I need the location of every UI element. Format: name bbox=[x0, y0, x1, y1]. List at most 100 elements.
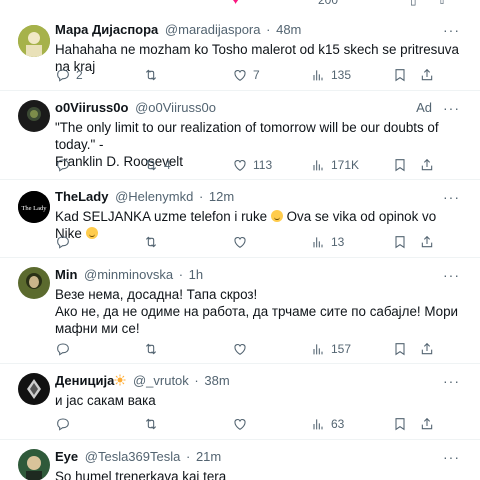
tweet[interactable]: The Lady TheLady @Helenymkd · 12m ··· Ka… bbox=[0, 180, 480, 258]
tweet-ad[interactable]: o0Viiruss0o @o0Viiruss0o Ad ··· "The onl… bbox=[0, 91, 480, 180]
sun-emoji-icon bbox=[114, 374, 126, 386]
views-icon bbox=[313, 419, 323, 430]
reply-button[interactable] bbox=[55, 341, 76, 357]
bookmark-button[interactable] bbox=[392, 157, 408, 173]
separator: · bbox=[266, 22, 271, 37]
author-name[interactable]: Min bbox=[55, 267, 77, 282]
timestamp[interactable]: 1h bbox=[189, 267, 203, 282]
retweet-button[interactable] bbox=[143, 67, 164, 83]
author-handle[interactable]: @o0Viiruss0o bbox=[135, 100, 216, 115]
more-options-icon[interactable]: ··· bbox=[443, 372, 460, 390]
tweet-text-part: Kad SELJANKA uzme telefon i ruke bbox=[55, 209, 271, 224]
reply-icon bbox=[57, 343, 69, 356]
like-button[interactable] bbox=[232, 234, 253, 250]
tweet[interactable]: Мара Дијаспора @maradijaspora · 48m ··· … bbox=[0, 13, 480, 91]
bookmark-icon bbox=[395, 343, 405, 356]
tweet[interactable]: Eye @Tesla369Tesla · 21m ··· So humel tr… bbox=[0, 440, 480, 480]
separator: · bbox=[185, 449, 191, 464]
share-icon bbox=[421, 342, 433, 355]
bookmark-button[interactable] bbox=[392, 416, 408, 432]
retweet-count: 4 bbox=[164, 158, 171, 172]
share-button[interactable] bbox=[419, 157, 435, 173]
separator: · bbox=[178, 267, 184, 282]
bookmark-button[interactable] bbox=[392, 67, 408, 83]
timestamp[interactable]: 12m bbox=[209, 189, 234, 204]
like-button[interactable]: 113 bbox=[232, 157, 272, 173]
author-handle[interactable]: @_vrutok bbox=[133, 373, 189, 388]
timestamp[interactable]: 38m bbox=[204, 373, 229, 388]
more-options-icon[interactable]: ··· bbox=[443, 188, 460, 206]
view-count: 171K bbox=[331, 158, 360, 172]
share-button[interactable] bbox=[419, 341, 435, 357]
author-handle[interactable]: @minminovska bbox=[84, 267, 173, 282]
tweet[interactable]: Дениција @_vrutok · 38m ··· и јас сакам … bbox=[0, 364, 480, 440]
views-icon bbox=[313, 160, 323, 171]
share-button[interactable] bbox=[419, 416, 435, 432]
share-button[interactable] bbox=[419, 234, 435, 250]
reply-button[interactable] bbox=[55, 157, 76, 173]
avatar[interactable]: The Lady bbox=[18, 191, 50, 223]
author-name[interactable]: TheLady bbox=[55, 189, 108, 204]
tweet-actions: 13 bbox=[55, 234, 470, 250]
like-button[interactable]: 7 bbox=[232, 67, 260, 83]
more-options-icon[interactable]: ··· bbox=[443, 448, 460, 466]
share-button[interactable] bbox=[419, 67, 435, 83]
views-button[interactable]: 135 bbox=[310, 67, 351, 83]
views-button[interactable]: 171K bbox=[310, 157, 359, 173]
author-handle[interactable]: @maradijaspora bbox=[165, 22, 261, 37]
retweet-icon bbox=[145, 69, 157, 81]
retweet-button[interactable] bbox=[143, 416, 164, 432]
heart-icon bbox=[234, 344, 246, 355]
ad-badge: Ad bbox=[416, 100, 432, 115]
views-icon bbox=[313, 70, 323, 81]
tweet[interactable]: Min @minminovska · 1h ··· Везе нема, дос… bbox=[0, 258, 480, 364]
views-icon bbox=[313, 237, 323, 248]
heart-icon bbox=[234, 70, 246, 81]
timestamp[interactable]: 21m bbox=[196, 449, 221, 464]
previous-tweet-actions: ♥ 200 ▯ ⇧ bbox=[0, 0, 480, 12]
retweet-button[interactable] bbox=[143, 234, 164, 250]
author-handle[interactable]: @Helenymkd bbox=[115, 189, 193, 204]
view-count: 13 bbox=[331, 235, 345, 249]
avatar-text: The Lady bbox=[21, 205, 47, 212]
share-icon[interactable]: ⇧ bbox=[437, 0, 447, 7]
author-handle[interactable]: @Tesla369Tesla bbox=[85, 449, 181, 464]
timestamp[interactable]: 48m bbox=[276, 22, 301, 37]
like-button[interactable] bbox=[232, 341, 253, 357]
views-button[interactable]: 63 bbox=[310, 416, 344, 432]
like-button[interactable] bbox=[232, 416, 253, 432]
author-name[interactable]: Мара Дијаспора bbox=[55, 22, 158, 37]
avatar[interactable] bbox=[18, 25, 50, 57]
like-icon[interactable]: ♥ bbox=[232, 0, 239, 7]
reply-icon bbox=[57, 236, 69, 249]
author-name[interactable]: Дениција bbox=[55, 373, 114, 388]
share-icon bbox=[421, 68, 433, 81]
views-button[interactable]: 157 bbox=[310, 341, 351, 357]
avatar[interactable] bbox=[18, 267, 50, 299]
author-name[interactable]: o0Viiruss0o bbox=[55, 100, 128, 115]
reply-button[interactable] bbox=[55, 416, 76, 432]
more-options-icon[interactable]: ··· bbox=[443, 21, 460, 39]
bookmark-icon bbox=[395, 418, 405, 431]
bookmark-button[interactable] bbox=[392, 234, 408, 250]
more-options-icon[interactable]: ··· bbox=[443, 99, 460, 117]
author-name[interactable]: Eye bbox=[55, 449, 78, 464]
views-button[interactable]: 13 bbox=[310, 234, 344, 250]
avatar[interactable] bbox=[18, 373, 50, 405]
heart-icon bbox=[234, 419, 246, 430]
tweet-text: Везе нема, досадна! Тапа скроз! Ако не, … bbox=[55, 287, 459, 336]
more-options-icon[interactable]: ··· bbox=[443, 266, 460, 284]
bookmark-button[interactable] bbox=[392, 341, 408, 357]
avatar[interactable] bbox=[18, 449, 50, 480]
bookmark-icon bbox=[395, 159, 405, 172]
retweet-button[interactable] bbox=[143, 341, 164, 357]
views-icon bbox=[313, 344, 323, 355]
reply-button[interactable] bbox=[55, 234, 76, 250]
retweet-button[interactable]: 4 bbox=[143, 157, 171, 173]
reply-button[interactable]: 2 bbox=[55, 67, 83, 83]
reply-icon bbox=[57, 418, 69, 431]
bookmark-icon[interactable]: ▯ bbox=[410, 0, 417, 7]
tweet-actions: 63 bbox=[55, 416, 470, 432]
laughing-emoji-icon bbox=[270, 210, 283, 222]
avatar[interactable] bbox=[18, 100, 50, 132]
